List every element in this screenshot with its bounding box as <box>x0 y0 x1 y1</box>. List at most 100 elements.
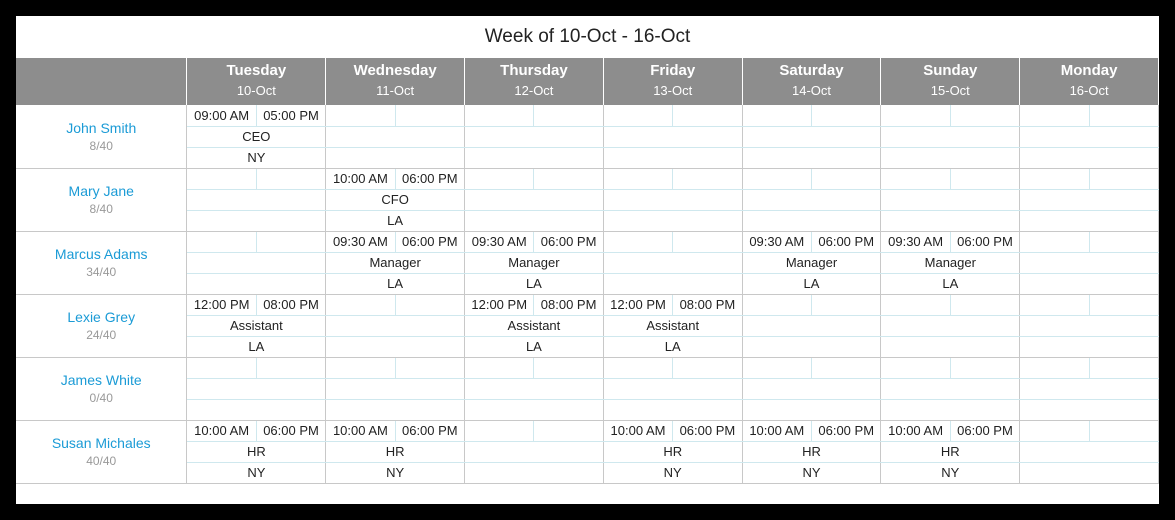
shift-location: LA <box>465 273 604 294</box>
shift-start <box>742 105 811 126</box>
shift-role: Manager <box>326 252 465 273</box>
shift-start: 10:00 AM <box>187 420 256 441</box>
shift-role <box>187 189 326 210</box>
day-date: 14-Oct <box>743 79 881 103</box>
employee-cell: James White0/40 <box>16 357 187 420</box>
shift-start <box>187 357 256 378</box>
employee-cell: Susan Michales 40/40 <box>16 420 187 483</box>
shift-role: CEO <box>187 126 326 147</box>
shift-start <box>603 168 672 189</box>
shift-start <box>187 168 256 189</box>
shift-end: 06:00 PM <box>812 231 881 252</box>
shift-start: 12:00 PM <box>465 294 534 315</box>
shift-end <box>950 105 1019 126</box>
shift-role: CFO <box>326 189 465 210</box>
shift-start: 10:00 AM <box>603 420 672 441</box>
shift-role <box>326 378 465 399</box>
shift-location <box>1020 399 1159 420</box>
shift-end: 06:00 PM <box>950 420 1019 441</box>
shift-location <box>881 210 1020 231</box>
employee-hours: 34/40 <box>86 265 116 279</box>
shift-location: NY <box>187 147 326 168</box>
shift-end <box>395 294 464 315</box>
day-name: Saturday <box>779 62 843 79</box>
shift-location <box>1020 336 1159 357</box>
employee-cell: Marcus Adams 34/40 <box>16 231 187 294</box>
employee-name-link[interactable]: Mary Jane <box>16 183 186 199</box>
shift-role <box>1020 378 1159 399</box>
shift-location <box>465 462 604 483</box>
shift-role <box>603 189 742 210</box>
shift-start <box>603 231 672 252</box>
shift-end: 08:00 PM <box>673 294 742 315</box>
shift-role <box>187 378 326 399</box>
day-date: 11-Oct <box>326 79 464 103</box>
shift-role: Manager <box>742 252 881 273</box>
shift-start: 09:00 AM <box>187 105 256 126</box>
shift-end <box>950 294 1019 315</box>
shift-end <box>256 231 325 252</box>
shift-location <box>742 399 881 420</box>
employee-name-link[interactable]: Lexie Grey <box>16 309 186 325</box>
shift-location <box>465 147 604 168</box>
day-header: Sunday15-Oct <box>881 58 1020 105</box>
shift-location <box>187 210 326 231</box>
shift-location: LA <box>742 273 881 294</box>
shift-role <box>465 189 604 210</box>
header-corner <box>16 58 187 105</box>
employee-hours: 40/40 <box>86 454 116 468</box>
shift-location: LA <box>187 336 326 357</box>
week-title: Week of 10-Oct - 16-Oct <box>16 16 1159 58</box>
day-name: Thursday <box>500 62 568 79</box>
shift-location <box>465 210 604 231</box>
shift-role <box>742 126 881 147</box>
employee-name-link[interactable]: Marcus Adams <box>16 246 186 262</box>
day-header: Tuesday10-Oct <box>187 58 326 105</box>
shift-start: 09:30 AM <box>881 231 950 252</box>
shift-role <box>1020 252 1159 273</box>
shift-end: 06:00 PM <box>256 420 325 441</box>
employee-name-link[interactable]: Susan Michales <box>16 435 186 451</box>
shift-role <box>603 378 742 399</box>
employee-name-link[interactable]: James White <box>16 372 186 388</box>
shift-location <box>881 336 1020 357</box>
shift-start <box>1020 105 1089 126</box>
shift-start: 09:30 AM <box>465 231 534 252</box>
shift-role <box>326 315 465 336</box>
shift-start <box>1020 420 1089 441</box>
shift-end <box>673 168 742 189</box>
day-header: Monday16-Oct <box>1020 58 1159 105</box>
shift-location <box>742 210 881 231</box>
shift-role: Assistant <box>465 315 604 336</box>
shift-role: Assistant <box>187 315 326 336</box>
shift-end: 06:00 PM <box>395 168 464 189</box>
shift-end <box>534 105 603 126</box>
shift-end: 08:00 PM <box>256 294 325 315</box>
shift-location <box>326 147 465 168</box>
shift-location: NY <box>603 462 742 483</box>
shift-role: HR <box>881 441 1020 462</box>
shift-role <box>742 315 881 336</box>
employee-cell: John Smith8/40 <box>16 105 187 168</box>
shift-location <box>326 399 465 420</box>
table-body: John Smith8/4009:00 AM05:00 PMCEONYMary … <box>16 105 1159 483</box>
shift-location: LA <box>326 273 465 294</box>
day-date: 12-Oct <box>465 79 603 103</box>
employee-hours: 24/40 <box>86 328 116 342</box>
shift-start <box>742 168 811 189</box>
shift-end <box>1089 231 1158 252</box>
shift-start <box>881 357 950 378</box>
shift-start <box>326 294 395 315</box>
shift-role: Manager <box>465 252 604 273</box>
shift-location: LA <box>465 336 604 357</box>
shift-end <box>1089 420 1158 441</box>
shift-start <box>742 294 811 315</box>
shift-end <box>950 357 1019 378</box>
shift-end: 05:00 PM <box>256 105 325 126</box>
employee-name-link[interactable]: John Smith <box>16 120 186 136</box>
shift-role <box>1020 189 1159 210</box>
day-date: 15-Oct <box>881 79 1019 103</box>
shift-end <box>256 357 325 378</box>
shift-start <box>1020 231 1089 252</box>
employee-cell: Lexie Grey 24/40 <box>16 294 187 357</box>
